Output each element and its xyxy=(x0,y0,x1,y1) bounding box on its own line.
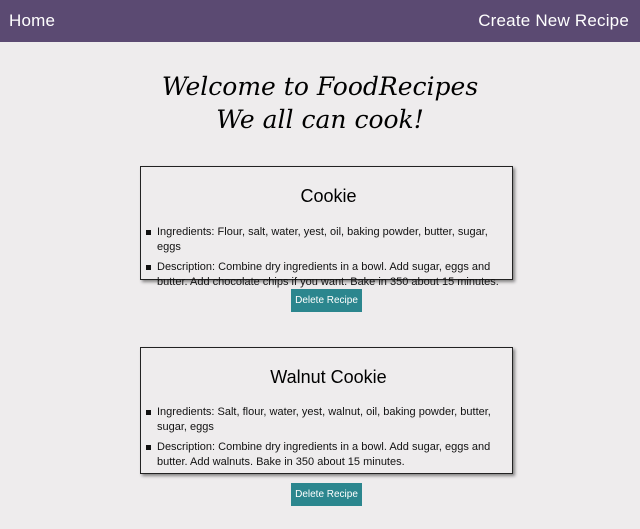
recipe-card: Walnut Cookie Ingredients: Salt, flour, … xyxy=(140,347,513,474)
nav-create-recipe-link[interactable]: Create New Recipe xyxy=(478,11,629,31)
recipe-card: Cookie Ingredients: Flour, salt, water, … xyxy=(140,166,513,288)
recipe-ingredients: Ingredients: Salt, flour, water, yest, w… xyxy=(146,405,500,435)
welcome-heading: Welcome to FoodRecipes xyxy=(161,72,479,101)
recipe-description: Description: Combine dry ingredients in … xyxy=(146,440,500,470)
recipe-details-list: Ingredients: Flour, salt, water, yest, o… xyxy=(146,225,500,290)
page-title: Welcome to FoodRecipes We all can cook! xyxy=(0,70,640,136)
recipe-title: Walnut Cookie xyxy=(270,367,387,387)
recipe-details-list: Ingredients: Salt, flour, water, yest, w… xyxy=(146,405,500,470)
recipe-description: Description: Combine dry ingredients in … xyxy=(146,261,499,288)
recipe-ingredients: Ingredients: Flour, salt, water, yest, o… xyxy=(146,225,500,255)
top-navbar: Home Create New Recipe xyxy=(0,0,640,42)
delete-recipe-button[interactable]: Delete Recipe xyxy=(291,483,362,506)
delete-recipe-button[interactable]: Delete Recipe xyxy=(291,289,362,312)
nav-home-link[interactable]: Home xyxy=(9,11,55,31)
welcome-subheading: We all can cook! xyxy=(216,105,424,134)
recipe-title: Cookie xyxy=(300,186,357,206)
